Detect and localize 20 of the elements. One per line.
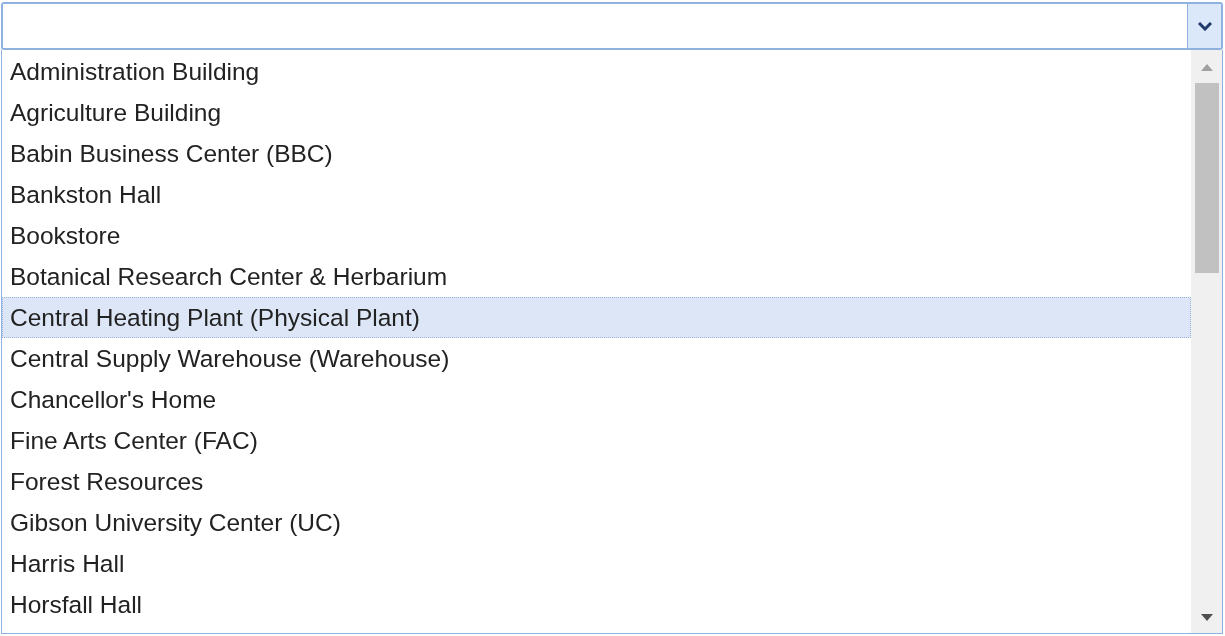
scrollbar-thumb[interactable] [1194, 83, 1219, 273]
list-option[interactable]: Harris Hall [2, 543, 1191, 584]
scroll-up-icon[interactable] [1200, 64, 1213, 71]
scroll-down-icon[interactable] [1200, 614, 1213, 621]
list-option[interactable]: Central Supply Warehouse (Warehouse) [2, 338, 1191, 379]
list-option[interactable]: Botanical Research Center & Herbarium [2, 256, 1191, 297]
list-option[interactable]: Bookstore [2, 215, 1191, 256]
list-option[interactable]: Chancellor's Home [2, 379, 1191, 420]
list-option[interactable]: Horsfall Hall [2, 584, 1191, 625]
list-option[interactable]: Forest Resources [2, 461, 1191, 502]
list-option[interactable]: Fine Arts Center (FAC) [2, 420, 1191, 461]
dropdown-button[interactable] [1187, 4, 1221, 48]
list-option[interactable]: Agriculture Building [2, 92, 1191, 133]
chevron-down-icon [1197, 21, 1212, 31]
list-option[interactable]: Gibson University Center (UC) [2, 502, 1191, 543]
list-option[interactable]: Babin Business Center (BBC) [2, 133, 1191, 174]
list-option[interactable]: Bankston Hall [2, 174, 1191, 215]
scrollbar[interactable] [1191, 50, 1222, 633]
list-option[interactable]: Administration Building [2, 51, 1191, 92]
list-option[interactable]: Central Heating Plant (Physical Plant) [2, 297, 1191, 338]
